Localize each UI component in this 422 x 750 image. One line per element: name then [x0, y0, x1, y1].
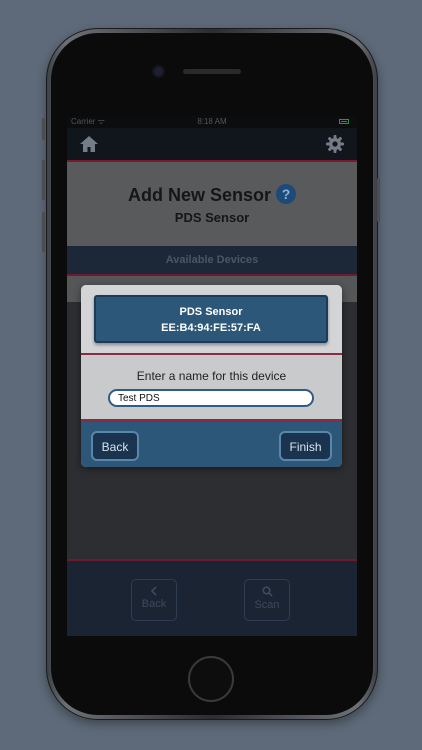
- page-title-text: Add New Sensor: [127, 185, 272, 205]
- power-button: [377, 178, 380, 222]
- chevron-left-icon: [150, 586, 157, 596]
- dialog-header: PDS Sensor EE:B4:94:FE:57:FA: [81, 285, 342, 353]
- nav-bar: [67, 128, 357, 162]
- toolbar-scan-label: Scan: [254, 599, 280, 611]
- gear-icon[interactable]: [325, 134, 345, 154]
- dialog-back-button[interactable]: Back: [91, 431, 139, 461]
- page-subtitle: PDS Sensor: [174, 210, 250, 225]
- volume-up-button: [42, 160, 45, 200]
- help-icon[interactable]: ?: [276, 184, 297, 204]
- status-bar: Carrier ᯤ 8:18 AM: [67, 116, 357, 128]
- toolbar-back-label: Back: [141, 598, 167, 610]
- finish-button[interactable]: Finish: [279, 431, 332, 461]
- mute-switch: [42, 118, 45, 140]
- dialog-footer: Back Finish: [81, 422, 342, 467]
- front-camera: [154, 67, 163, 76]
- toolbar-back-button[interactable]: Back: [131, 579, 177, 621]
- toolbar-scan-button[interactable]: Scan: [244, 579, 290, 621]
- home-icon[interactable]: [79, 134, 99, 154]
- dialog-body: Enter a name for this device: [81, 355, 342, 419]
- earpiece-speaker: [183, 69, 241, 74]
- name-prompt: Enter a name for this device: [136, 369, 287, 383]
- home-button[interactable]: [188, 656, 234, 702]
- status-time: 8:18 AM: [197, 117, 227, 126]
- device-address: EE:B4:94:FE:57:FA: [161, 322, 261, 334]
- bottom-toolbar: Back Scan: [67, 561, 357, 636]
- device-name-input[interactable]: [108, 389, 314, 407]
- available-devices-header: Available Devices: [67, 246, 357, 276]
- battery-icon: [339, 119, 349, 124]
- device-card: PDS Sensor EE:B4:94:FE:57:FA: [94, 295, 328, 343]
- page-title: Add New Sensor?: [67, 184, 357, 206]
- volume-down-button: [42, 212, 45, 252]
- search-icon: [261, 586, 273, 597]
- screen-header: Add New Sensor? PDS Sensor: [67, 162, 357, 246]
- device-name: PDS Sensor: [179, 306, 243, 318]
- name-device-dialog: PDS Sensor EE:B4:94:FE:57:FA Enter a nam…: [81, 285, 342, 467]
